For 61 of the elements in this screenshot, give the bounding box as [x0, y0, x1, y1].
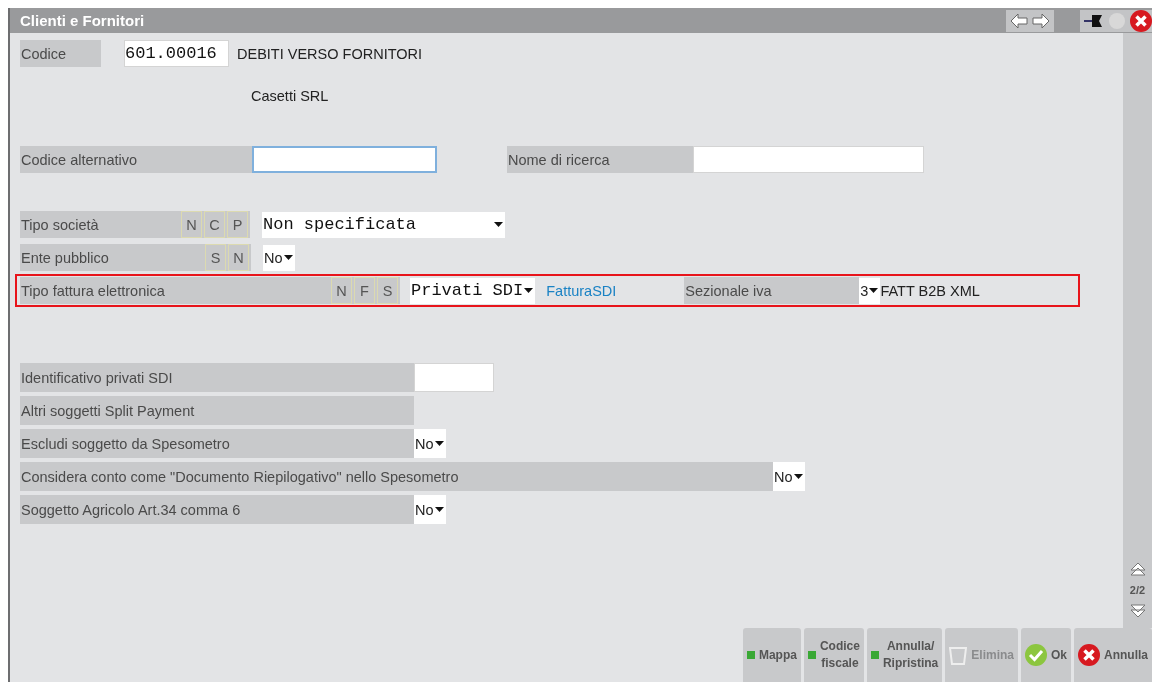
- dropdown[interactable]: No: [263, 244, 295, 271]
- dropdown-caret-icon: [494, 222, 503, 227]
- checkmark-icon: [1025, 644, 1047, 666]
- square-icon: [746, 651, 755, 659]
- shortcut-key[interactable]: N: [331, 277, 352, 304]
- shortcut-key[interactable]: P: [227, 211, 248, 238]
- page-up-icon[interactable]: [1129, 562, 1146, 576]
- square-icon: [807, 651, 816, 659]
- dropdown[interactable]: No: [414, 429, 446, 458]
- account-description: DEBITI VERSO FORNITORI: [237, 45, 423, 62]
- toolbar-button[interactable]: Ok: [1021, 628, 1071, 682]
- input-field[interactable]: [414, 363, 494, 392]
- field-label: Escludi soggetto da Spesometro: [20, 429, 414, 458]
- shortcut-key[interactable]: S: [377, 277, 398, 304]
- dropdown-caret-icon: [524, 288, 534, 293]
- shortcut-key[interactable]: F: [354, 277, 375, 304]
- field-label: Tipo fattura elettronica: [20, 277, 320, 304]
- company-name: Casetti SRL: [251, 87, 329, 104]
- field-label: Codice alternativo: [20, 146, 252, 173]
- back-arrow-icon[interactable]: [1010, 12, 1028, 29]
- window-title: Clienti e Fornitori: [20, 12, 146, 29]
- trash-icon: [949, 645, 968, 665]
- dropdown[interactable]: Non specificata: [262, 211, 505, 238]
- shortcut-key[interactable]: N: [228, 244, 249, 271]
- toolbar-button[interactable]: Mappa: [742, 628, 801, 682]
- field-label: Codice: [20, 40, 101, 67]
- input-field[interactable]: [693, 146, 924, 173]
- dropdown[interactable]: No: [414, 495, 446, 524]
- toolbar-button[interactable]: Annulla/ Ripristina: [866, 628, 943, 682]
- page-down-icon[interactable]: [1129, 604, 1146, 618]
- square-icon: [870, 651, 879, 659]
- link[interactable]: FatturaSDI: [546, 282, 617, 299]
- dropdown[interactable]: No: [773, 462, 805, 491]
- field-label: Sezionale iva: [684, 277, 860, 304]
- field-label: Nome di ricerca: [507, 146, 693, 173]
- dropdown-caret-icon: [434, 441, 444, 446]
- dropdown-caret-icon: [434, 507, 444, 512]
- field-label: Identificativo privati SDI: [20, 363, 414, 392]
- pin-icon[interactable]: [1084, 12, 1104, 29]
- dropdown-caret-icon: [283, 255, 293, 260]
- shortcut-key[interactable]: C: [204, 211, 225, 238]
- close-icon: [1078, 644, 1100, 666]
- toolbar-button[interactable]: Codice fiscale: [803, 628, 864, 682]
- dropdown[interactable]: Privati SDI: [410, 277, 536, 304]
- dropdown[interactable]: 3: [859, 277, 881, 304]
- shortcut-key[interactable]: S: [205, 244, 226, 271]
- close-icon[interactable]: [1130, 9, 1152, 32]
- toolbar-button[interactable]: Annulla: [1074, 628, 1152, 682]
- field-label: Tipo società: [20, 211, 170, 238]
- field-label: Considera conto come "Documento Riepilogativo" nello Spesometro: [20, 462, 773, 491]
- field-label: Altri soggetti Split Payment: [20, 396, 414, 425]
- dropdown-caret-icon: [869, 288, 879, 293]
- field-label: Soggetto Agricolo Art.34 comma 6: [20, 495, 414, 524]
- shortcut-key[interactable]: N: [181, 211, 202, 238]
- input-field[interactable]: [252, 146, 437, 173]
- code-field[interactable]: 601.00016: [124, 40, 229, 67]
- field-label: Ente pubblico: [20, 244, 193, 271]
- section-description: FATT B2B XML: [880, 282, 980, 299]
- page-indicator: 2/2: [1129, 584, 1146, 596]
- dropdown-caret-icon: [793, 474, 803, 479]
- forward-arrow-icon[interactable]: [1032, 12, 1050, 29]
